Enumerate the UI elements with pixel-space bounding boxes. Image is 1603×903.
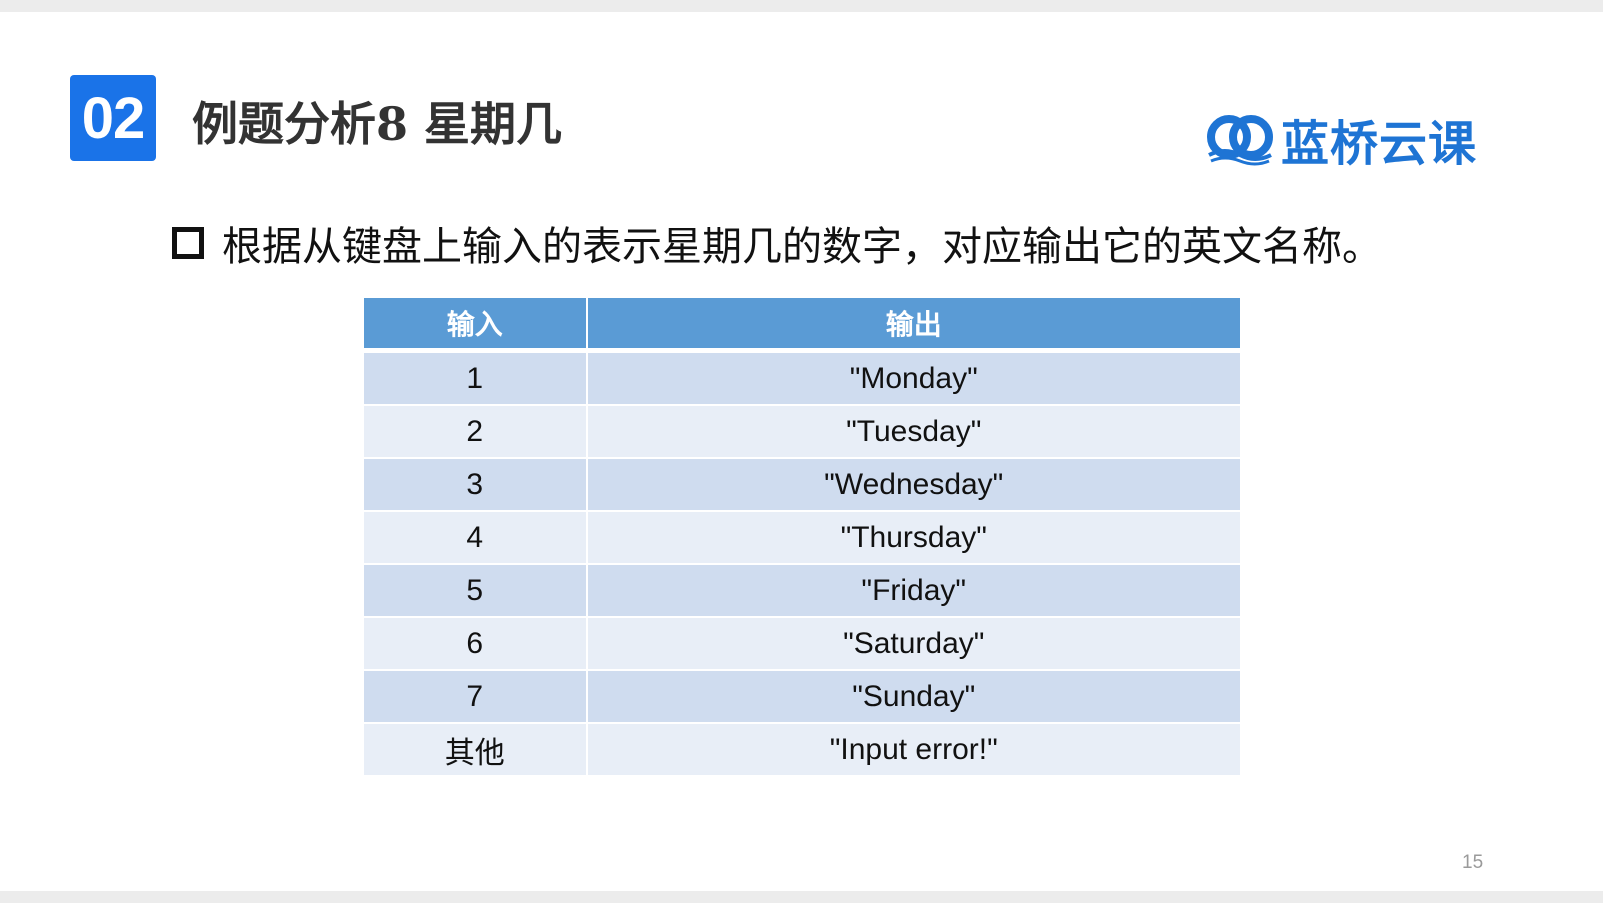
table-row: 2 "Tuesday" — [364, 404, 1240, 457]
output-cell: "Wednesday" — [585, 457, 1240, 510]
table-row: 4 "Thursday" — [364, 510, 1240, 563]
column-header-input: 输入 — [364, 298, 586, 351]
input-cell: 3 — [364, 457, 586, 510]
input-cell: 5 — [364, 563, 586, 616]
output-cell: "Tuesday" — [585, 404, 1240, 457]
output-cell: "Input error!" — [585, 722, 1240, 775]
output-cell: "Thursday" — [585, 510, 1240, 563]
brand-name: 蓝桥云课 — [1281, 116, 1478, 172]
table-row: 5 "Friday" — [364, 563, 1240, 616]
input-cell: 7 — [364, 669, 586, 722]
lanqiao-logo-icon — [1207, 115, 1273, 166]
slide-title: 例题分析8 星期几 — [192, 97, 563, 151]
hollow-square-bullet-icon — [172, 227, 204, 259]
table-row: 其他 "Input error!" — [364, 722, 1240, 775]
input-cell: 1 — [364, 351, 586, 404]
brand-logo: 蓝桥云课 — [1205, 104, 1477, 174]
section-number-badge: 02 — [70, 75, 156, 161]
table-header-row: 输入 输出 — [364, 298, 1240, 351]
output-cell: "Sunday" — [585, 669, 1240, 722]
input-cell: 4 — [364, 510, 586, 563]
table-row: 3 "Wednesday" — [364, 457, 1240, 510]
bullet-point: 根据从键盘上输入的表示星期几的数字，对应输出它的英文名称。 — [172, 214, 1382, 272]
column-header-output: 输出 — [585, 298, 1240, 351]
table-row: 7 "Sunday" — [364, 669, 1240, 722]
output-cell: "Saturday" — [585, 616, 1240, 669]
slide: 02 例题分析8 星期几 蓝桥云课 根据从键盘上输入的表示星期几的数字，对应输出… — [0, 12, 1603, 891]
table-row: 1 "Monday" — [364, 351, 1240, 404]
input-cell: 其他 — [364, 722, 586, 775]
page-number: 15 — [1462, 852, 1484, 873]
output-cell: "Monday" — [585, 351, 1240, 404]
output-cell: "Friday" — [585, 563, 1240, 616]
input-cell: 2 — [364, 404, 586, 457]
input-output-table: 输入 输出 1 "Monday" 2 "Tuesday" 3 "Wednesda… — [364, 298, 1240, 775]
input-cell: 6 — [364, 616, 586, 669]
bullet-text: 根据从键盘上输入的表示星期几的数字，对应输出它的英文名称。 — [222, 224, 1382, 270]
table-row: 6 "Saturday" — [364, 616, 1240, 669]
